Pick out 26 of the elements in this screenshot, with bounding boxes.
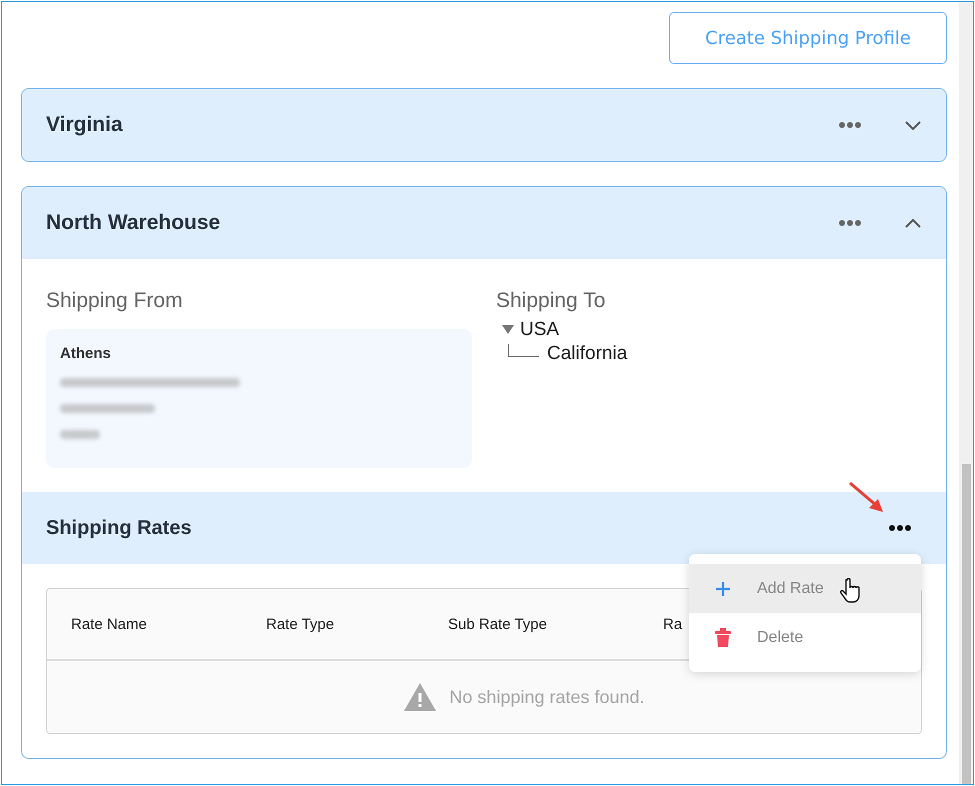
profile-title: Virginia [46, 113, 124, 137]
scrollbar-thumb[interactable] [962, 464, 971, 784]
tree-line [508, 344, 539, 357]
more-icon[interactable] [888, 524, 912, 532]
triangle-down-icon[interactable] [502, 324, 514, 336]
profile-title: North Warehouse [46, 211, 222, 235]
column-header: Sub Rate Type [448, 616, 548, 632]
create-profile-button[interactable]: Create Shipping Profile [669, 12, 947, 64]
menu-item[interactable]: Add Rate [689, 564, 921, 613]
column-header: Rate Type [266, 616, 336, 632]
tree-item[interactable]: USA [520, 319, 560, 341]
column-header: Rate Name [71, 616, 148, 632]
empty-message: No shipping rates found. [449, 686, 645, 708]
plus-icon [715, 580, 731, 596]
chevron-up-icon[interactable] [904, 216, 922, 230]
section-title: Shipping Rates [46, 516, 193, 540]
section-label: Shipping From [46, 289, 184, 313]
menu-item[interactable]: Delete [689, 613, 921, 662]
location-name: Athens [60, 345, 112, 362]
warning-icon [403, 682, 438, 712]
column-header: Ra [663, 616, 682, 632]
section-label: Shipping To [496, 289, 606, 313]
trash-icon [715, 628, 731, 647]
tree-item[interactable]: California [547, 343, 628, 365]
blurred-text [60, 430, 100, 439]
arrow-annotation [847, 480, 885, 514]
